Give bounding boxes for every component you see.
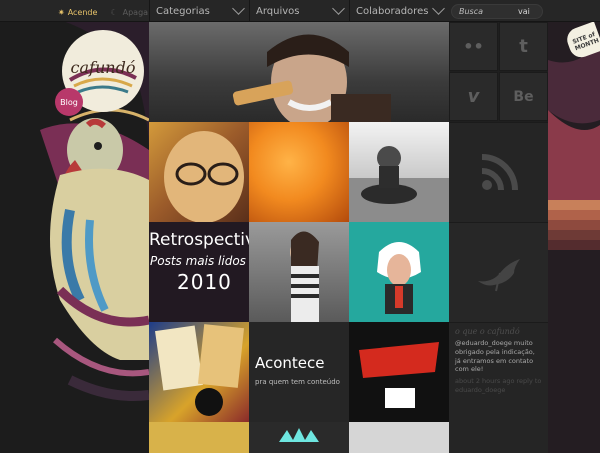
flickr-button[interactable]: •• — [449, 22, 498, 71]
search-box: vai — [451, 4, 543, 19]
post-tile[interactable] — [149, 422, 249, 453]
post-tile[interactable] — [349, 222, 449, 322]
retro-title: Retrospectiva — [149, 230, 249, 250]
logo-text: cafundó — [70, 58, 136, 77]
tweet-text[interactable]: @eduardo_doege muito obrigado pela indic… — [455, 339, 542, 374]
tile-photo — [290, 231, 319, 322]
twitter-feed-header: o que o cafundó — [455, 327, 520, 336]
post-tile[interactable] — [349, 122, 449, 222]
sun-icon[interactable]: ✷ — [58, 8, 65, 17]
stripes-illustration — [548, 40, 600, 453]
post-tile[interactable] — [349, 322, 449, 422]
nav-colaboradores[interactable]: Colaboradores — [349, 0, 449, 22]
acontece-subtitle: pra quem tem conteúdo — [255, 378, 340, 386]
nav-arquivos[interactable]: Arquivos — [249, 0, 349, 22]
flickr-icon: •• — [463, 37, 484, 56]
search-input[interactable] — [452, 7, 512, 16]
post-tile[interactable] — [249, 422, 349, 453]
twitter-icon: t — [519, 36, 528, 57]
nav-categorias-label: Categorias — [156, 5, 210, 17]
rss-button[interactable] — [449, 122, 548, 222]
vimeo-button[interactable]: v — [449, 72, 498, 121]
twitter-feed: o que o cafundó @eduardo_doege muito obr… — [449, 322, 548, 453]
nav-arquivos-label: Arquivos — [256, 5, 300, 17]
light-off-link[interactable]: Apaga — [123, 8, 148, 17]
bird-icon — [477, 258, 520, 291]
behance-icon: Be — [513, 88, 534, 105]
vimeo-icon: v — [467, 86, 480, 107]
retrospectiva-tile[interactable]: Retrospectiva Posts mais lidos e 2010 — [149, 222, 249, 322]
acontece-tile[interactable]: Acontece pra quem tem conteúdo — [249, 322, 349, 422]
behance-button[interactable]: Be — [499, 72, 548, 121]
retro-subtitle: Posts mais lidos e — [150, 254, 249, 268]
nav-colaboradores-label: Colaboradores — [356, 5, 429, 17]
light-toggle: ✷ Acende ☾ Apaga — [58, 5, 148, 19]
tweet-meta[interactable]: about 2 hours ago reply to eduardo_doege — [455, 377, 542, 395]
rss-icon — [481, 153, 518, 190]
twitter-button[interactable]: t — [499, 22, 548, 71]
top-navigation-bar: ✷ Acende ☾ Apaga Categorias Arquivos Col… — [0, 0, 600, 22]
moon-icon[interactable]: ☾ — [110, 8, 117, 17]
post-tile[interactable] — [149, 122, 249, 222]
tile-illustration — [279, 428, 319, 442]
post-tile[interactable] — [249, 122, 349, 222]
post-tile[interactable] — [349, 422, 449, 453]
chevron-down-icon — [332, 2, 345, 15]
featured-post-tile[interactable] — [149, 22, 449, 122]
retro-year: 2010 — [177, 270, 232, 294]
blog-button[interactable]: Blog — [55, 88, 83, 116]
hero-photo — [232, 34, 391, 122]
tile-photo — [164, 131, 244, 222]
badge-text: SITE of MONTH — [571, 31, 600, 53]
light-on-link[interactable]: Acende — [68, 8, 98, 17]
post-tile[interactable] — [149, 322, 249, 422]
tile-illustration — [349, 322, 449, 422]
acontece-title: Acontece — [255, 354, 325, 372]
tile-illustration — [377, 242, 421, 314]
right-decoration — [548, 0, 600, 453]
nav-categorias[interactable]: Categorias — [149, 0, 249, 22]
search-button[interactable]: vai — [518, 7, 530, 16]
chevron-down-icon — [232, 2, 245, 15]
tile-photo — [349, 146, 449, 222]
twitter-bird-panel[interactable] — [449, 222, 548, 322]
post-tile[interactable] — [249, 222, 349, 322]
tile-photo — [155, 324, 245, 416]
chevron-down-icon — [432, 2, 445, 15]
